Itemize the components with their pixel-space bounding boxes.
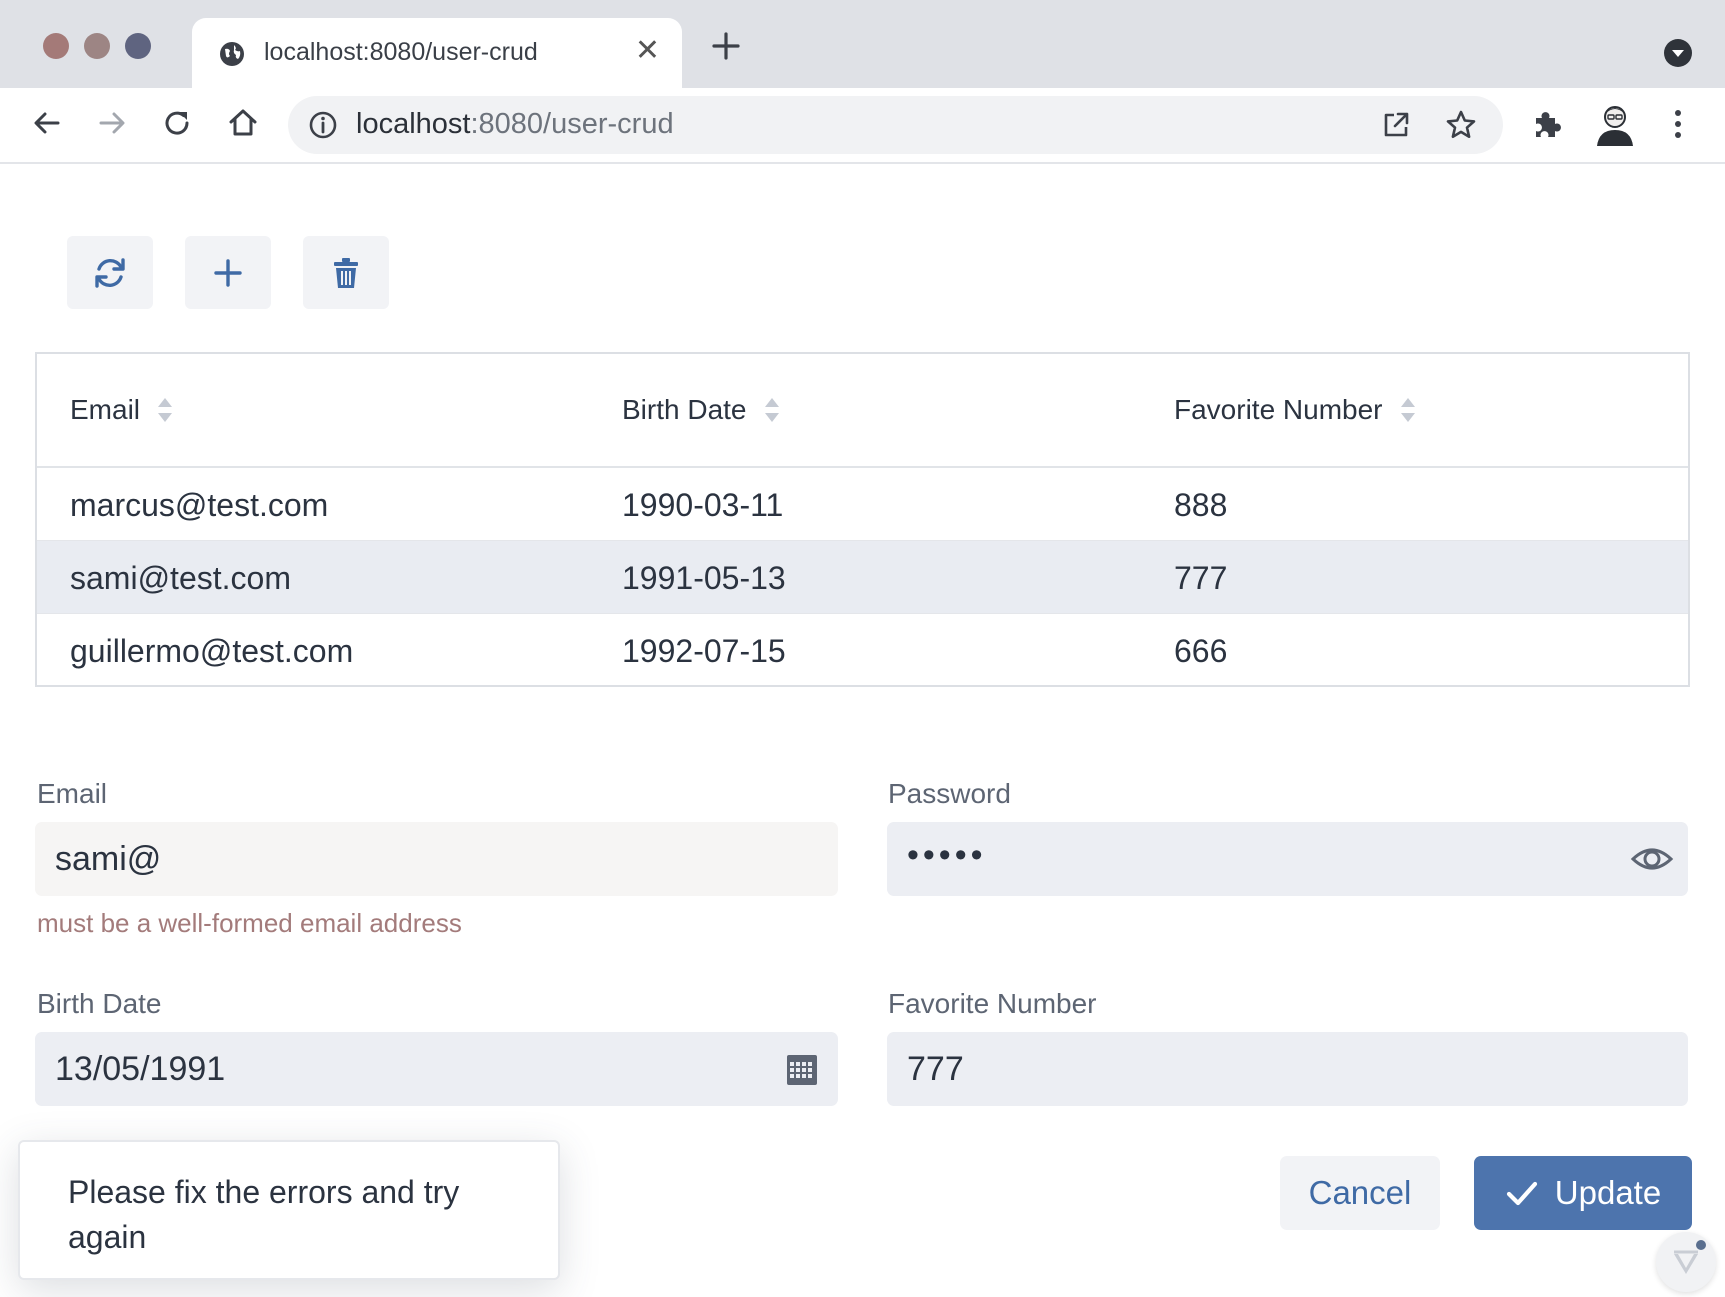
eye-icon[interactable] [1630,837,1674,881]
bookmark-star-icon[interactable] [1445,109,1477,141]
column-header-label: Birth Date [622,394,747,425]
column-header-email[interactable]: Email [70,394,174,426]
cell-birth-date: 1991-05-13 [622,560,786,596]
extensions-puzzle-icon[interactable] [1530,108,1564,142]
cancel-button-label: Cancel [1308,1174,1412,1211]
browser-tab[interactable]: localhost:8080/user-crud ✕ [192,18,682,88]
new-tab-icon[interactable] [710,30,742,62]
cell-email: guillermo@test.com [70,633,354,669]
column-header-favorite-number[interactable]: Favorite Number [1174,394,1417,426]
password-label: Password [888,778,1011,809]
refresh-button[interactable] [67,236,153,309]
browser-toolbar: localhost:8080/user-crud [0,88,1725,164]
update-button-label: Update [1554,1174,1662,1211]
add-button[interactable] [185,236,271,309]
address-bar[interactable]: localhost:8080/user-crud [288,96,1503,154]
cell-birth-date: 1990-03-11 [622,487,784,523]
sort-icon[interactable] [1399,395,1417,425]
grid-header: Email Birth Date Favorite Number [37,354,1688,468]
browser-tab-strip: localhost:8080/user-crud ✕ [0,0,1725,88]
profile-avatar[interactable] [1594,102,1636,148]
window-minimize-button[interactable] [84,33,110,59]
window-zoom-button[interactable] [125,33,151,59]
email-error-message: must be a well-formed email address [37,908,462,938]
browser-menu-icon[interactable] [1666,106,1690,142]
cell-favorite-number: 888 [1174,487,1228,523]
sort-icon[interactable] [156,395,174,425]
back-icon[interactable] [30,106,64,140]
cell-email: sami@test.com [70,560,291,596]
table-row-selected[interactable]: sami@test.com 1991-05-13 777 [37,541,1688,614]
column-header-label: Favorite Number [1174,394,1383,425]
birth-date-label: Birth Date [37,988,162,1019]
dev-tools-badge[interactable] [1656,1232,1716,1292]
column-header-label: Email [70,394,141,425]
window-close-button[interactable] [43,33,69,59]
favorite-number-label: Favorite Number [888,988,1097,1019]
birth-date-field-value: 13/05/1991 [55,1050,226,1088]
error-notification: Please fix the errors and try again [18,1140,560,1280]
calendar-icon[interactable] [780,1047,824,1091]
url-host: localhost [356,108,471,140]
cancel-button[interactable]: Cancel [1280,1156,1440,1230]
sort-icon[interactable] [763,395,781,425]
cell-favorite-number: 777 [1174,560,1228,596]
reload-icon[interactable] [160,106,194,140]
url-path: :8080/user-crud [470,108,674,140]
email-label: Email [37,778,108,809]
birth-date-picker[interactable]: 13/05/1991 [35,1032,838,1106]
column-header-birth-date[interactable]: Birth Date [622,394,781,426]
globe-icon [220,42,244,66]
email-field[interactable]: sami@ [35,822,838,896]
table-row[interactable]: marcus@test.com 1990-03-11 888 [37,468,1688,541]
password-field[interactable]: ••••• [887,822,1688,896]
tab-title: localhost:8080/user-crud [264,38,538,66]
refresh-icon [95,257,125,288]
tab-search-icon[interactable] [1663,38,1693,68]
home-icon[interactable] [226,106,260,140]
plus-icon [214,258,242,287]
delete-button[interactable] [303,236,389,309]
cell-favorite-number: 666 [1174,633,1228,669]
table-row[interactable]: guillermo@test.com 1992-07-15 666 [37,614,1688,687]
users-grid: Email Birth Date Favorite Number marcus@… [35,352,1690,687]
cell-email: marcus@test.com [70,487,329,523]
notification-text: Please fix the errors and try again [68,1174,460,1255]
password-field-value: ••••• [907,836,987,874]
address-url: localhost:8080/user-crud [356,108,674,141]
cell-birth-date: 1992-07-15 [622,633,786,669]
favorite-number-field[interactable]: 777 [887,1032,1688,1106]
open-in-window-icon[interactable] [1381,110,1411,140]
forward-icon[interactable] [95,106,129,140]
vaadin-logo-icon [1674,1250,1698,1274]
status-dot [1696,1240,1706,1250]
email-field-value: sami@ [55,840,162,878]
site-info-icon[interactable] [308,110,338,140]
update-button[interactable]: Update [1474,1156,1692,1230]
tab-close-icon[interactable]: ✕ [635,36,660,66]
favorite-number-field-value: 777 [907,1050,964,1088]
trash-icon [334,257,358,288]
checkmark-icon [1506,1181,1537,1206]
